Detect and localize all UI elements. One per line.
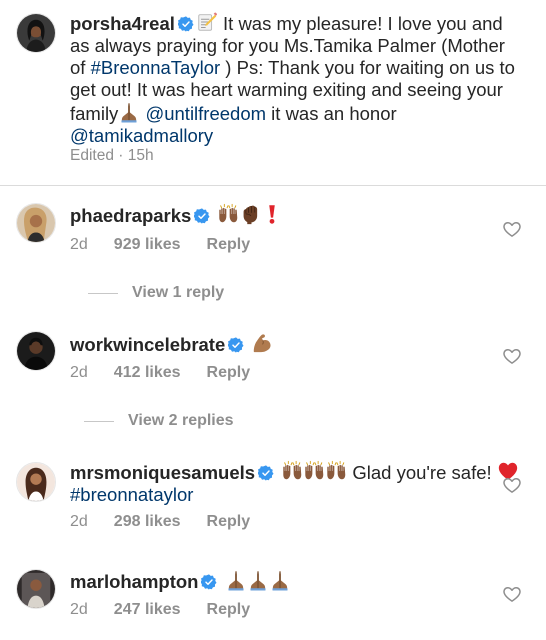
username[interactable]: mrsmoniquesamuels <box>70 462 255 483</box>
view-replies-button[interactable]: View 1 reply <box>88 284 224 302</box>
like-button[interactable] <box>502 475 522 495</box>
caption-text: porsha4real It was my pleasure! I love y… <box>70 11 520 147</box>
likes-count[interactable]: 412 likes <box>114 364 181 381</box>
raising-hands-emoji <box>281 460 303 482</box>
hashtag-link[interactable]: #BreonnaTaylor <box>91 57 221 78</box>
comment-time: 2d <box>70 601 88 618</box>
like-button[interactable] <box>502 584 522 604</box>
view-replies-button[interactable]: View 2 replies <box>84 412 234 430</box>
raised-fist-emoji <box>239 203 261 225</box>
comment-time: 2d <box>70 513 88 530</box>
heart-outline-icon <box>502 219 522 239</box>
likes-count[interactable]: 247 likes <box>114 601 181 618</box>
comment-time: 2d <box>70 364 88 381</box>
like-button[interactable] <box>502 346 522 366</box>
edited-timestamp: Edited · 15h <box>70 147 154 164</box>
raising-hands-emoji <box>325 460 347 482</box>
avatar[interactable] <box>16 331 56 371</box>
view-replies-label: View 1 reply <box>132 284 225 301</box>
comment-meta: 2d 412 likes Reply <box>70 364 250 382</box>
reply-button[interactable]: Reply <box>207 236 251 253</box>
username[interactable]: porsha4real <box>70 13 175 34</box>
verified-badge-icon <box>228 337 244 353</box>
comment-meta: 2d 298 likes Reply <box>70 513 250 531</box>
like-button[interactable] <box>502 219 522 239</box>
avatar[interactable] <box>16 203 56 243</box>
folded-hands-emoji <box>269 569 291 591</box>
likes-count[interactable]: 929 likes <box>114 236 181 253</box>
reply-button[interactable]: Reply <box>207 513 251 530</box>
folded-hands-emoji <box>118 101 140 123</box>
reply-button[interactable]: Reply <box>207 601 251 618</box>
red-exclamation-emoji <box>261 203 283 225</box>
heart-outline-icon <box>502 475 522 495</box>
comment-text: marlohampton <box>70 569 520 593</box>
replies-line <box>84 420 114 422</box>
post-caption: porsha4real It was my pleasure! I love y… <box>0 0 546 180</box>
replies-line <box>88 292 118 294</box>
comment-text-segment: Glad you're safe! <box>347 462 497 483</box>
likes-count[interactable]: 298 likes <box>114 513 181 530</box>
hashtag-link[interactable]: #breonnataylor <box>70 484 193 505</box>
username[interactable]: marlohampton <box>70 571 198 592</box>
folded-hands-emoji <box>247 569 269 591</box>
verified-badge-icon <box>194 208 210 224</box>
memo-emoji <box>196 11 218 33</box>
reply-button[interactable]: Reply <box>207 364 251 381</box>
verified-badge-icon <box>258 465 274 481</box>
heart-outline-icon <box>502 346 522 366</box>
flexed-biceps-emoji <box>251 332 273 354</box>
avatar[interactable] <box>16 569 56 609</box>
raising-hands-emoji <box>303 460 325 482</box>
divider <box>0 185 546 186</box>
verified-badge-icon <box>201 574 217 590</box>
username[interactable]: workwincelebrate <box>70 334 225 355</box>
raising-hands-emoji <box>217 203 239 225</box>
avatar[interactable] <box>16 13 56 53</box>
heart-outline-icon <box>502 584 522 604</box>
comment-text: phaedraparks <box>70 203 520 227</box>
comment-time: 2d <box>70 236 88 253</box>
username[interactable]: phaedraparks <box>70 205 191 226</box>
view-replies-label: View 2 replies <box>128 412 234 429</box>
mention-link[interactable]: @untilfreedom <box>145 103 266 124</box>
avatar[interactable] <box>16 462 56 502</box>
folded-hands-emoji <box>225 569 247 591</box>
caption-text-segment: it was an honor <box>266 103 397 124</box>
comment-text: mrsmoniquesamuels Glad you're safe! #bre… <box>70 460 520 506</box>
comment-meta: 2d 929 likes Reply <box>70 236 250 254</box>
mention-link[interactable]: @tamikadmallory <box>70 125 213 146</box>
comment-text: workwincelebrate <box>70 332 520 356</box>
verified-badge-icon <box>178 16 194 32</box>
comment-meta: 2d 247 likes Reply <box>70 601 250 619</box>
